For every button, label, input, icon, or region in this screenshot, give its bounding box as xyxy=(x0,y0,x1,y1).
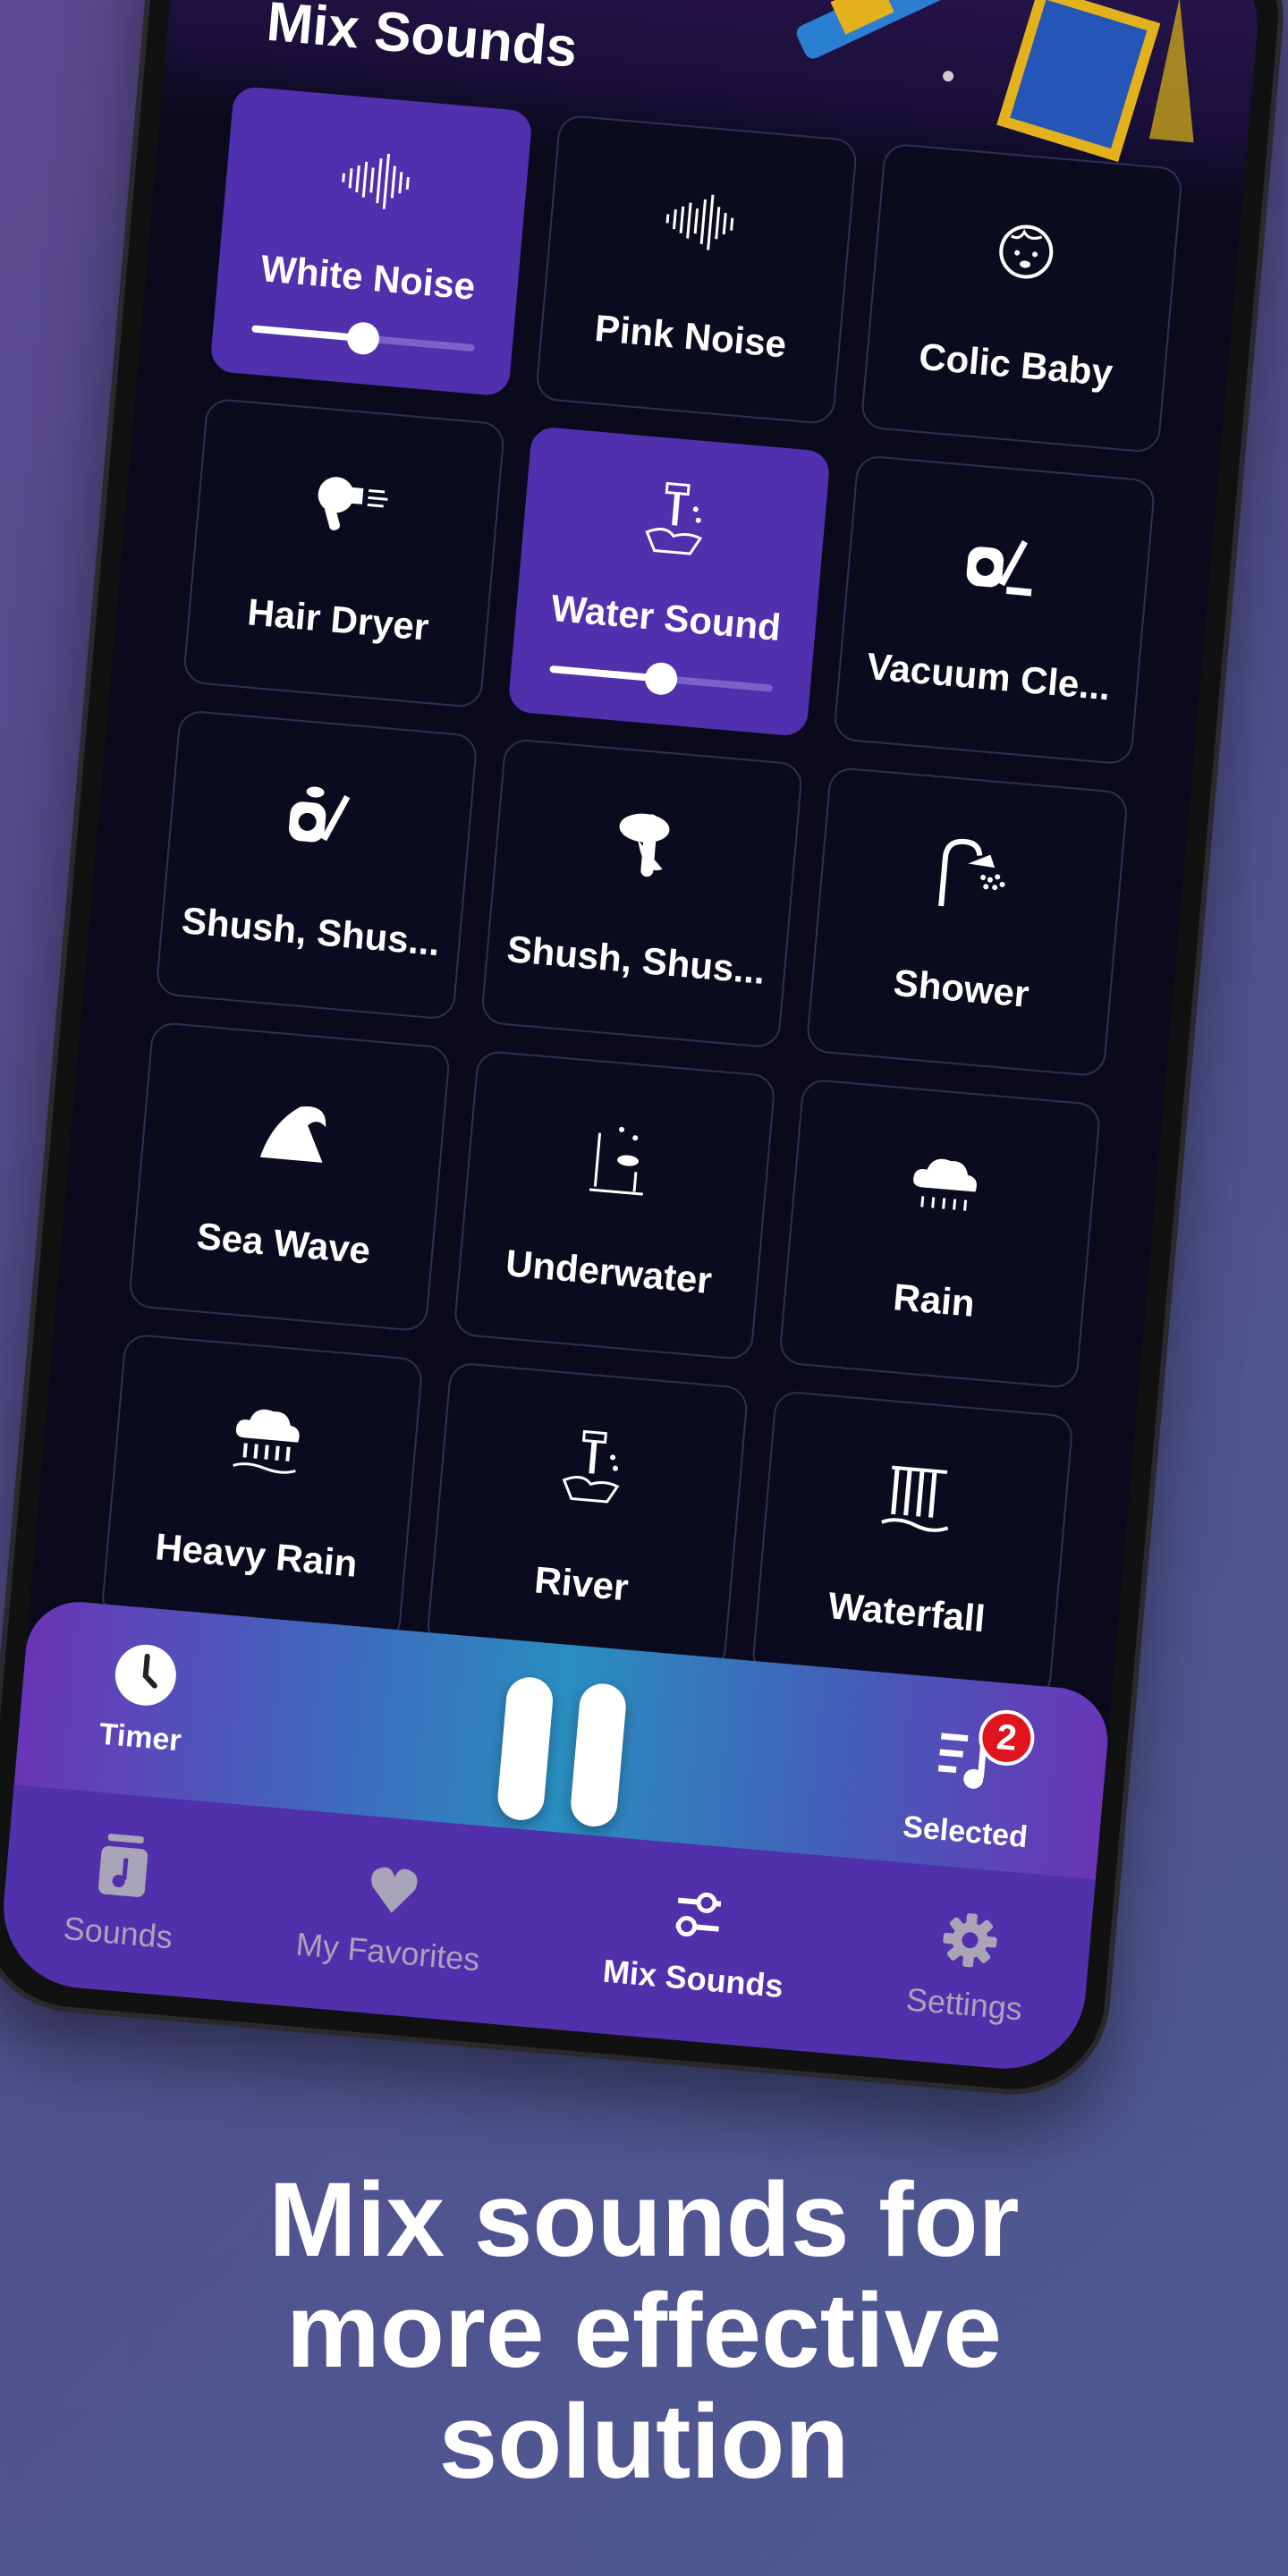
shower-icon xyxy=(928,830,1015,918)
sound-card[interactable]: Pink Noise xyxy=(534,114,859,426)
nav-label: Mix Sounds xyxy=(601,1952,785,2004)
sound-label: Vacuum Cle... xyxy=(865,644,1113,708)
slider-thumb[interactable] xyxy=(643,661,679,697)
vacuum-lips-icon xyxy=(277,773,365,860)
sound-card[interactable]: Hair Dryer xyxy=(182,397,506,709)
baby-face-icon xyxy=(982,207,1070,294)
gear-icon xyxy=(938,1909,1001,1979)
nav-label: Sounds xyxy=(62,1909,174,1955)
nav-label: Settings xyxy=(904,1979,1024,2028)
sound-card[interactable]: Rain xyxy=(777,1078,1102,1390)
sound-label: Water Sound xyxy=(549,586,783,649)
sound-card[interactable]: Heavy Rain xyxy=(100,1333,424,1645)
pause-icon-bar xyxy=(569,1682,628,1829)
volume-slider[interactable] xyxy=(548,661,773,697)
sound-grid: White Noise Pink Noise Colic Baby Hair Drye… xyxy=(100,85,1197,1703)
sound-card[interactable]: Sea Wave xyxy=(127,1021,452,1333)
sound-label: Shush, Shus... xyxy=(504,927,767,993)
promo-headline: Mix sounds for more effective solution xyxy=(0,2165,1288,2497)
shush-finger-icon xyxy=(603,801,691,889)
timer-label: Timer xyxy=(97,1716,183,1758)
sound-label: Underwater xyxy=(504,1241,714,1302)
sound-label: Rain xyxy=(891,1275,977,1325)
headline-line: more effective xyxy=(285,2272,1003,2390)
sound-label: Colic Baby xyxy=(917,335,1114,394)
sound-label: River xyxy=(532,1558,631,1609)
sound-card[interactable]: River xyxy=(425,1361,750,1674)
nav-item-settings[interactable]: Settings xyxy=(904,1906,1030,2028)
sound-card[interactable]: Waterfall xyxy=(750,1389,1075,1701)
sound-label: Pink Noise xyxy=(593,306,789,366)
sound-label: Shush, Shus... xyxy=(180,899,442,964)
hair-dryer-icon xyxy=(304,462,392,549)
nav-item-my-favorites[interactable]: My Favorites xyxy=(294,1854,487,1978)
selected-label: Selected xyxy=(901,1809,1030,1855)
tap-hand-icon xyxy=(548,1426,636,1513)
heavy-rain-icon xyxy=(223,1397,310,1485)
pause-button[interactable] xyxy=(496,1675,628,1829)
sound-label: Hair Dryer xyxy=(245,590,431,648)
clock-icon xyxy=(114,1644,176,1706)
sound-label: Waterfall xyxy=(826,1584,987,1640)
vacuum-icon xyxy=(955,518,1043,606)
nav-label: My Favorites xyxy=(294,1925,482,1978)
volume-slider[interactable] xyxy=(250,320,475,356)
pause-icon-bar xyxy=(496,1675,555,1823)
sound-card[interactable]: Vacuum Cle... xyxy=(832,453,1157,766)
phone-frame: Mix Sounds White Noise Pink Noise Colic Ba… xyxy=(0,0,1288,2103)
phone-screen: Mix Sounds White Noise Pink Noise Colic Ba… xyxy=(0,0,1265,2076)
sound-card[interactable]: Shush, Shus... xyxy=(479,737,804,1049)
sound-card[interactable]: Shower xyxy=(805,766,1130,1078)
sound-label: Heavy Rain xyxy=(153,1525,360,1585)
music-jar-icon xyxy=(94,1832,154,1907)
sound-card[interactable]: Colic Baby xyxy=(860,142,1184,454)
nav-item-sounds[interactable]: Sounds xyxy=(62,1830,181,1956)
waterfall-icon xyxy=(873,1453,961,1541)
rain-cloud-icon xyxy=(901,1142,988,1230)
sliders-icon xyxy=(669,1887,728,1953)
wave-icon xyxy=(250,1085,337,1173)
sound-card[interactable]: Water Sound xyxy=(507,426,831,738)
sound-card[interactable]: Underwater xyxy=(453,1049,776,1361)
heart-icon xyxy=(364,1860,423,1927)
underwater-icon xyxy=(575,1114,663,1201)
sound-label: Sea Wave xyxy=(195,1214,372,1272)
slider-thumb[interactable] xyxy=(345,320,381,356)
page-title: Mix Sounds xyxy=(264,0,580,80)
tap-hand-icon xyxy=(631,478,718,565)
sound-card[interactable]: Shush, Shus... xyxy=(155,708,479,1021)
sound-label: White Noise xyxy=(258,247,478,308)
nav-item-mix-sounds[interactable]: Mix Sounds xyxy=(601,1881,791,2004)
waveform-icon xyxy=(657,178,745,266)
waveform-icon xyxy=(333,137,420,225)
headline-line: solution xyxy=(438,2383,850,2501)
sound-card[interactable]: White Noise xyxy=(209,85,533,397)
selected-button[interactable]: 2 Selected xyxy=(901,1707,1038,1856)
headline-line: Mix sounds for xyxy=(268,2161,1020,2279)
timer-button[interactable]: Timer xyxy=(97,1640,190,1759)
sound-label: Shower xyxy=(892,961,1031,1015)
